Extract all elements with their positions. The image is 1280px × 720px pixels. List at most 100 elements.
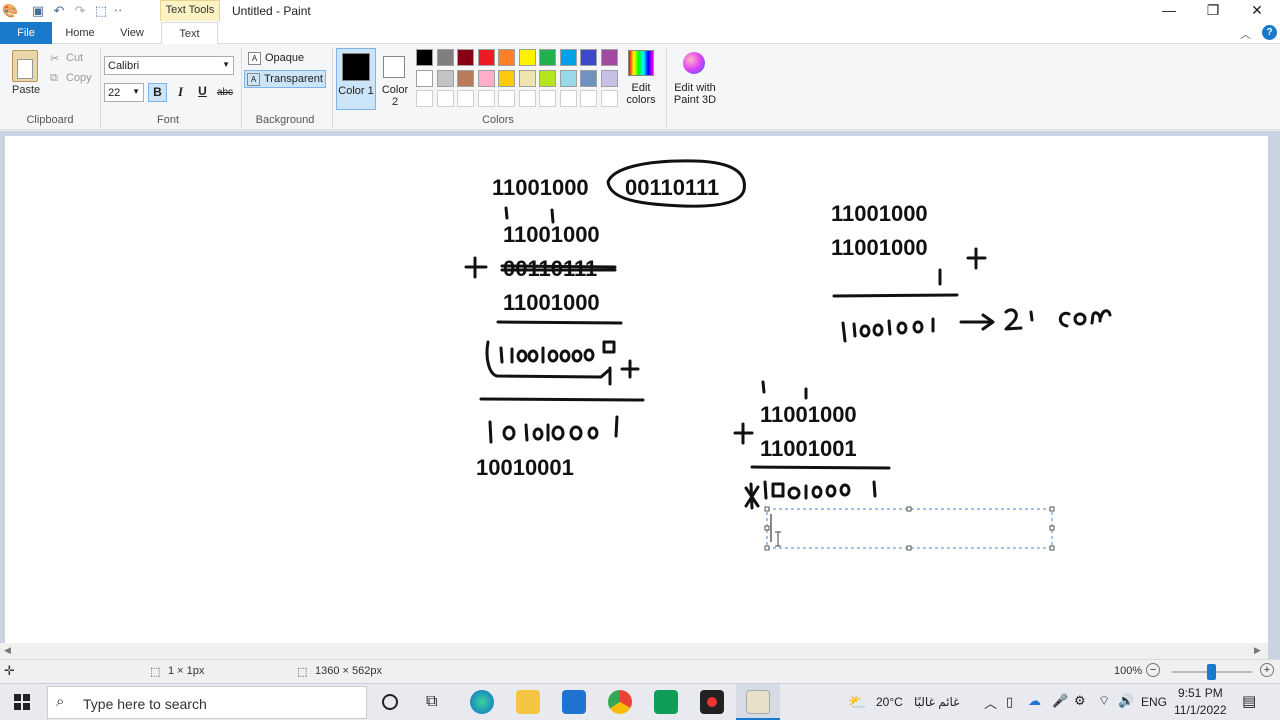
palette-swatch[interactable] (559, 69, 577, 87)
wifi-icon[interactable]: ⌔ (1098, 693, 1110, 709)
task-view-icon[interactable]: ⧉ (426, 693, 437, 711)
palette-swatch[interactable] (539, 69, 556, 87)
palette-swatch[interactable] (498, 49, 515, 66)
redo-icon[interactable]: ↷ (72, 3, 88, 19)
palette-swatch[interactable] (518, 49, 536, 66)
zoom-out-button[interactable]: − (1146, 663, 1160, 677)
drawing-canvas[interactable]: 11001000 00110111 11001000 00110111 1100… (5, 136, 1268, 649)
weather-temp[interactable]: 20°C (876, 695, 903, 709)
palette-swatch[interactable] (436, 90, 454, 107)
meet-icon[interactable] (654, 690, 678, 714)
clock-time[interactable]: 9:51 PM (1178, 686, 1223, 700)
palette-swatch[interactable] (457, 49, 474, 66)
close-button[interactable]: ✕ (1234, 0, 1280, 22)
zoom-slider-thumb[interactable] (1207, 664, 1216, 680)
help-icon[interactable]: ? (1262, 25, 1277, 40)
palette-swatch[interactable] (518, 90, 536, 107)
palette-swatch[interactable] (416, 69, 433, 87)
transparent-button[interactable]: A Transparent (244, 70, 326, 88)
palette-swatch[interactable] (477, 69, 495, 87)
select-icon[interactable]: ⬚ (93, 3, 109, 19)
palette-swatch[interactable] (436, 49, 454, 66)
onedrive-icon[interactable]: ☁ (1028, 693, 1041, 709)
mail-icon[interactable] (562, 690, 586, 714)
restore-button[interactable]: ❐ (1190, 0, 1236, 22)
palette-swatch[interactable] (416, 90, 433, 107)
palette-swatch[interactable] (457, 90, 474, 107)
palette-swatch[interactable] (539, 49, 556, 66)
undo-icon[interactable]: ↶ (51, 3, 67, 19)
bold-button[interactable]: B (148, 83, 167, 102)
color2-swatch (383, 56, 405, 78)
font-family-select[interactable]: Calibri ▼ (104, 56, 234, 75)
color1-button[interactable]: Color 1 (336, 48, 376, 110)
cut-button[interactable]: Cut (66, 52, 83, 64)
palette-swatch[interactable] (600, 69, 618, 87)
chrome-icon[interactable] (608, 690, 632, 714)
horizontal-scrollbar[interactable]: ◀ ▶ (0, 643, 1268, 659)
notifications-icon[interactable]: ▤ (1242, 692, 1256, 710)
color2-button[interactable]: Color 2 (378, 48, 412, 110)
clock-date[interactable]: 11/1/2022 (1174, 703, 1227, 717)
palette-swatch[interactable] (416, 49, 433, 66)
text-input-box[interactable] (764, 506, 1055, 551)
scroll-left-icon[interactable]: ◀ (4, 645, 11, 656)
palette-swatch[interactable] (498, 69, 515, 87)
save-icon[interactable]: ▣ (30, 3, 46, 19)
weather-text[interactable]: غائم غالبًا (914, 695, 959, 709)
minimize-button[interactable]: — (1146, 0, 1192, 22)
palette-swatch[interactable] (477, 49, 495, 66)
underline-button[interactable]: U (193, 83, 212, 102)
selection-size: 1 × 1px (168, 665, 205, 677)
palette-swatch[interactable] (559, 90, 577, 107)
zoom-in-button[interactable]: + (1260, 663, 1274, 677)
volume-icon[interactable]: 🔊 (1118, 693, 1134, 709)
file-explorer-icon[interactable] (516, 690, 540, 714)
edge-icon[interactable] (470, 690, 494, 714)
font-group-label: Font (156, 114, 179, 126)
copy-button[interactable]: Copy (66, 72, 92, 84)
weather-icon[interactable]: ⛅ (848, 693, 867, 711)
palette-swatch[interactable] (436, 69, 454, 87)
microphone-icon[interactable]: 🎤 (1052, 693, 1068, 709)
paint-taskbar-button[interactable] (736, 684, 780, 720)
network-settings-icon[interactable]: ⚙ (1074, 693, 1086, 709)
windows-start-icon[interactable] (14, 694, 30, 710)
paint-app-icon[interactable]: 🎨 (2, 3, 18, 19)
language-indicator[interactable]: ENG (1141, 695, 1167, 709)
paint3d-button[interactable]: Edit with Paint 3D (670, 50, 720, 110)
taskbar-search-box[interactable]: ⌕ Type here to search (47, 686, 367, 719)
canvas-area: 11001000 00110111 11001000 00110111 1100… (0, 131, 1280, 659)
italic-button[interactable]: I (171, 83, 190, 102)
chevron-up-icon[interactable]: ︿ (984, 693, 997, 712)
opaque-button[interactable]: A Opaque (246, 50, 328, 68)
tab-text[interactable]: Text (161, 22, 218, 45)
customize-toolbar-icon[interactable]: ⋅⋅ (110, 3, 126, 19)
paint-icon (746, 690, 770, 714)
palette-swatch[interactable] (600, 49, 618, 66)
paste-icon[interactable] (12, 50, 38, 82)
tab-file[interactable]: File (0, 22, 52, 44)
tab-view[interactable]: View (114, 22, 150, 44)
palette-swatch[interactable] (559, 49, 577, 66)
clipboard-group-label: Clipboard (26, 114, 74, 126)
palette-swatch[interactable] (600, 90, 618, 107)
palette-swatch[interactable] (539, 90, 556, 107)
tab-home[interactable]: Home (60, 22, 100, 44)
cortana-icon[interactable] (382, 694, 398, 710)
paste-button[interactable]: Paste (12, 84, 40, 96)
edit-colors-button[interactable]: Edit colors (624, 50, 658, 110)
palette-swatch[interactable] (518, 69, 536, 87)
palette-swatch[interactable] (477, 90, 495, 107)
palette-swatch[interactable] (580, 49, 597, 66)
strikethrough-button[interactable]: abc (214, 83, 236, 102)
palette-swatch[interactable] (498, 90, 515, 107)
palette-swatch[interactable] (580, 69, 597, 87)
palette-swatch[interactable] (457, 69, 474, 87)
recorder-icon[interactable] (700, 690, 724, 714)
device-icon[interactable]: ▯ (1006, 694, 1013, 710)
collapse-ribbon-icon[interactable]: ︿ (1240, 26, 1251, 42)
font-size-select[interactable]: 22 ▼ (104, 83, 144, 102)
palette-swatch[interactable] (580, 90, 597, 107)
scroll-right-icon[interactable]: ▶ (1254, 645, 1261, 656)
